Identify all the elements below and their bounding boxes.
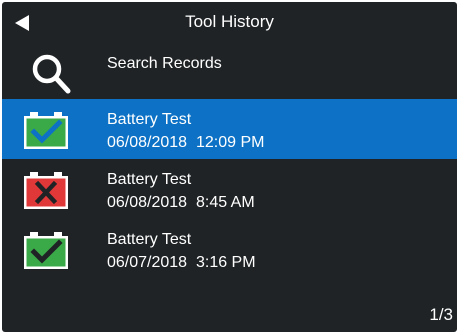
- record-title: Battery Test: [107, 231, 192, 248]
- search-records-button[interactable]: Search Records: [2, 42, 457, 99]
- record-title: Battery Test: [107, 111, 192, 128]
- record-text: Battery Test 06/08/2018 12:09 PM: [107, 109, 264, 153]
- record-datetime: 06/07/2018 3:16 PM: [107, 252, 256, 273]
- record-list: Battery Test 06/08/2018 12:09 PM Battery…: [2, 99, 457, 279]
- record-datetime: 06/08/2018 12:09 PM: [107, 132, 264, 153]
- record-date: 06/08/2018: [107, 134, 188, 151]
- record-item[interactable]: Battery Test 06/08/2018 8:45 AM: [2, 159, 457, 219]
- record-text: Battery Test 06/07/2018 3:16 PM: [107, 229, 256, 273]
- search-icon: [26, 50, 78, 98]
- record-item[interactable]: Battery Test 06/07/2018 3:16 PM: [2, 219, 457, 279]
- page-indicator: 1/3: [429, 305, 453, 324]
- battery-pass-icon: [22, 230, 70, 270]
- page-title: Tool History: [185, 12, 274, 31]
- record-datetime: 06/08/2018 8:45 AM: [107, 192, 255, 213]
- back-arrow-icon: [15, 15, 29, 31]
- battery-pass-icon: [22, 110, 70, 150]
- record-item[interactable]: Battery Test 06/08/2018 12:09 PM: [2, 99, 457, 159]
- record-time: 3:16 PM: [195, 254, 256, 271]
- record-time: 8:45 AM: [195, 194, 255, 211]
- header: Tool History: [2, 2, 457, 42]
- record-time: 12:09 PM: [195, 134, 265, 151]
- record-date: 06/08/2018: [107, 194, 188, 211]
- tool-history-screen: Tool History Search Records Battery Test…: [2, 2, 457, 332]
- record-title: Battery Test: [107, 171, 192, 188]
- record-date: 06/07/2018: [107, 254, 188, 271]
- record-text: Battery Test 06/08/2018 8:45 AM: [107, 169, 255, 213]
- back-button[interactable]: [12, 10, 48, 36]
- search-records-label: Search Records: [107, 55, 222, 72]
- battery-fail-icon: [22, 170, 70, 210]
